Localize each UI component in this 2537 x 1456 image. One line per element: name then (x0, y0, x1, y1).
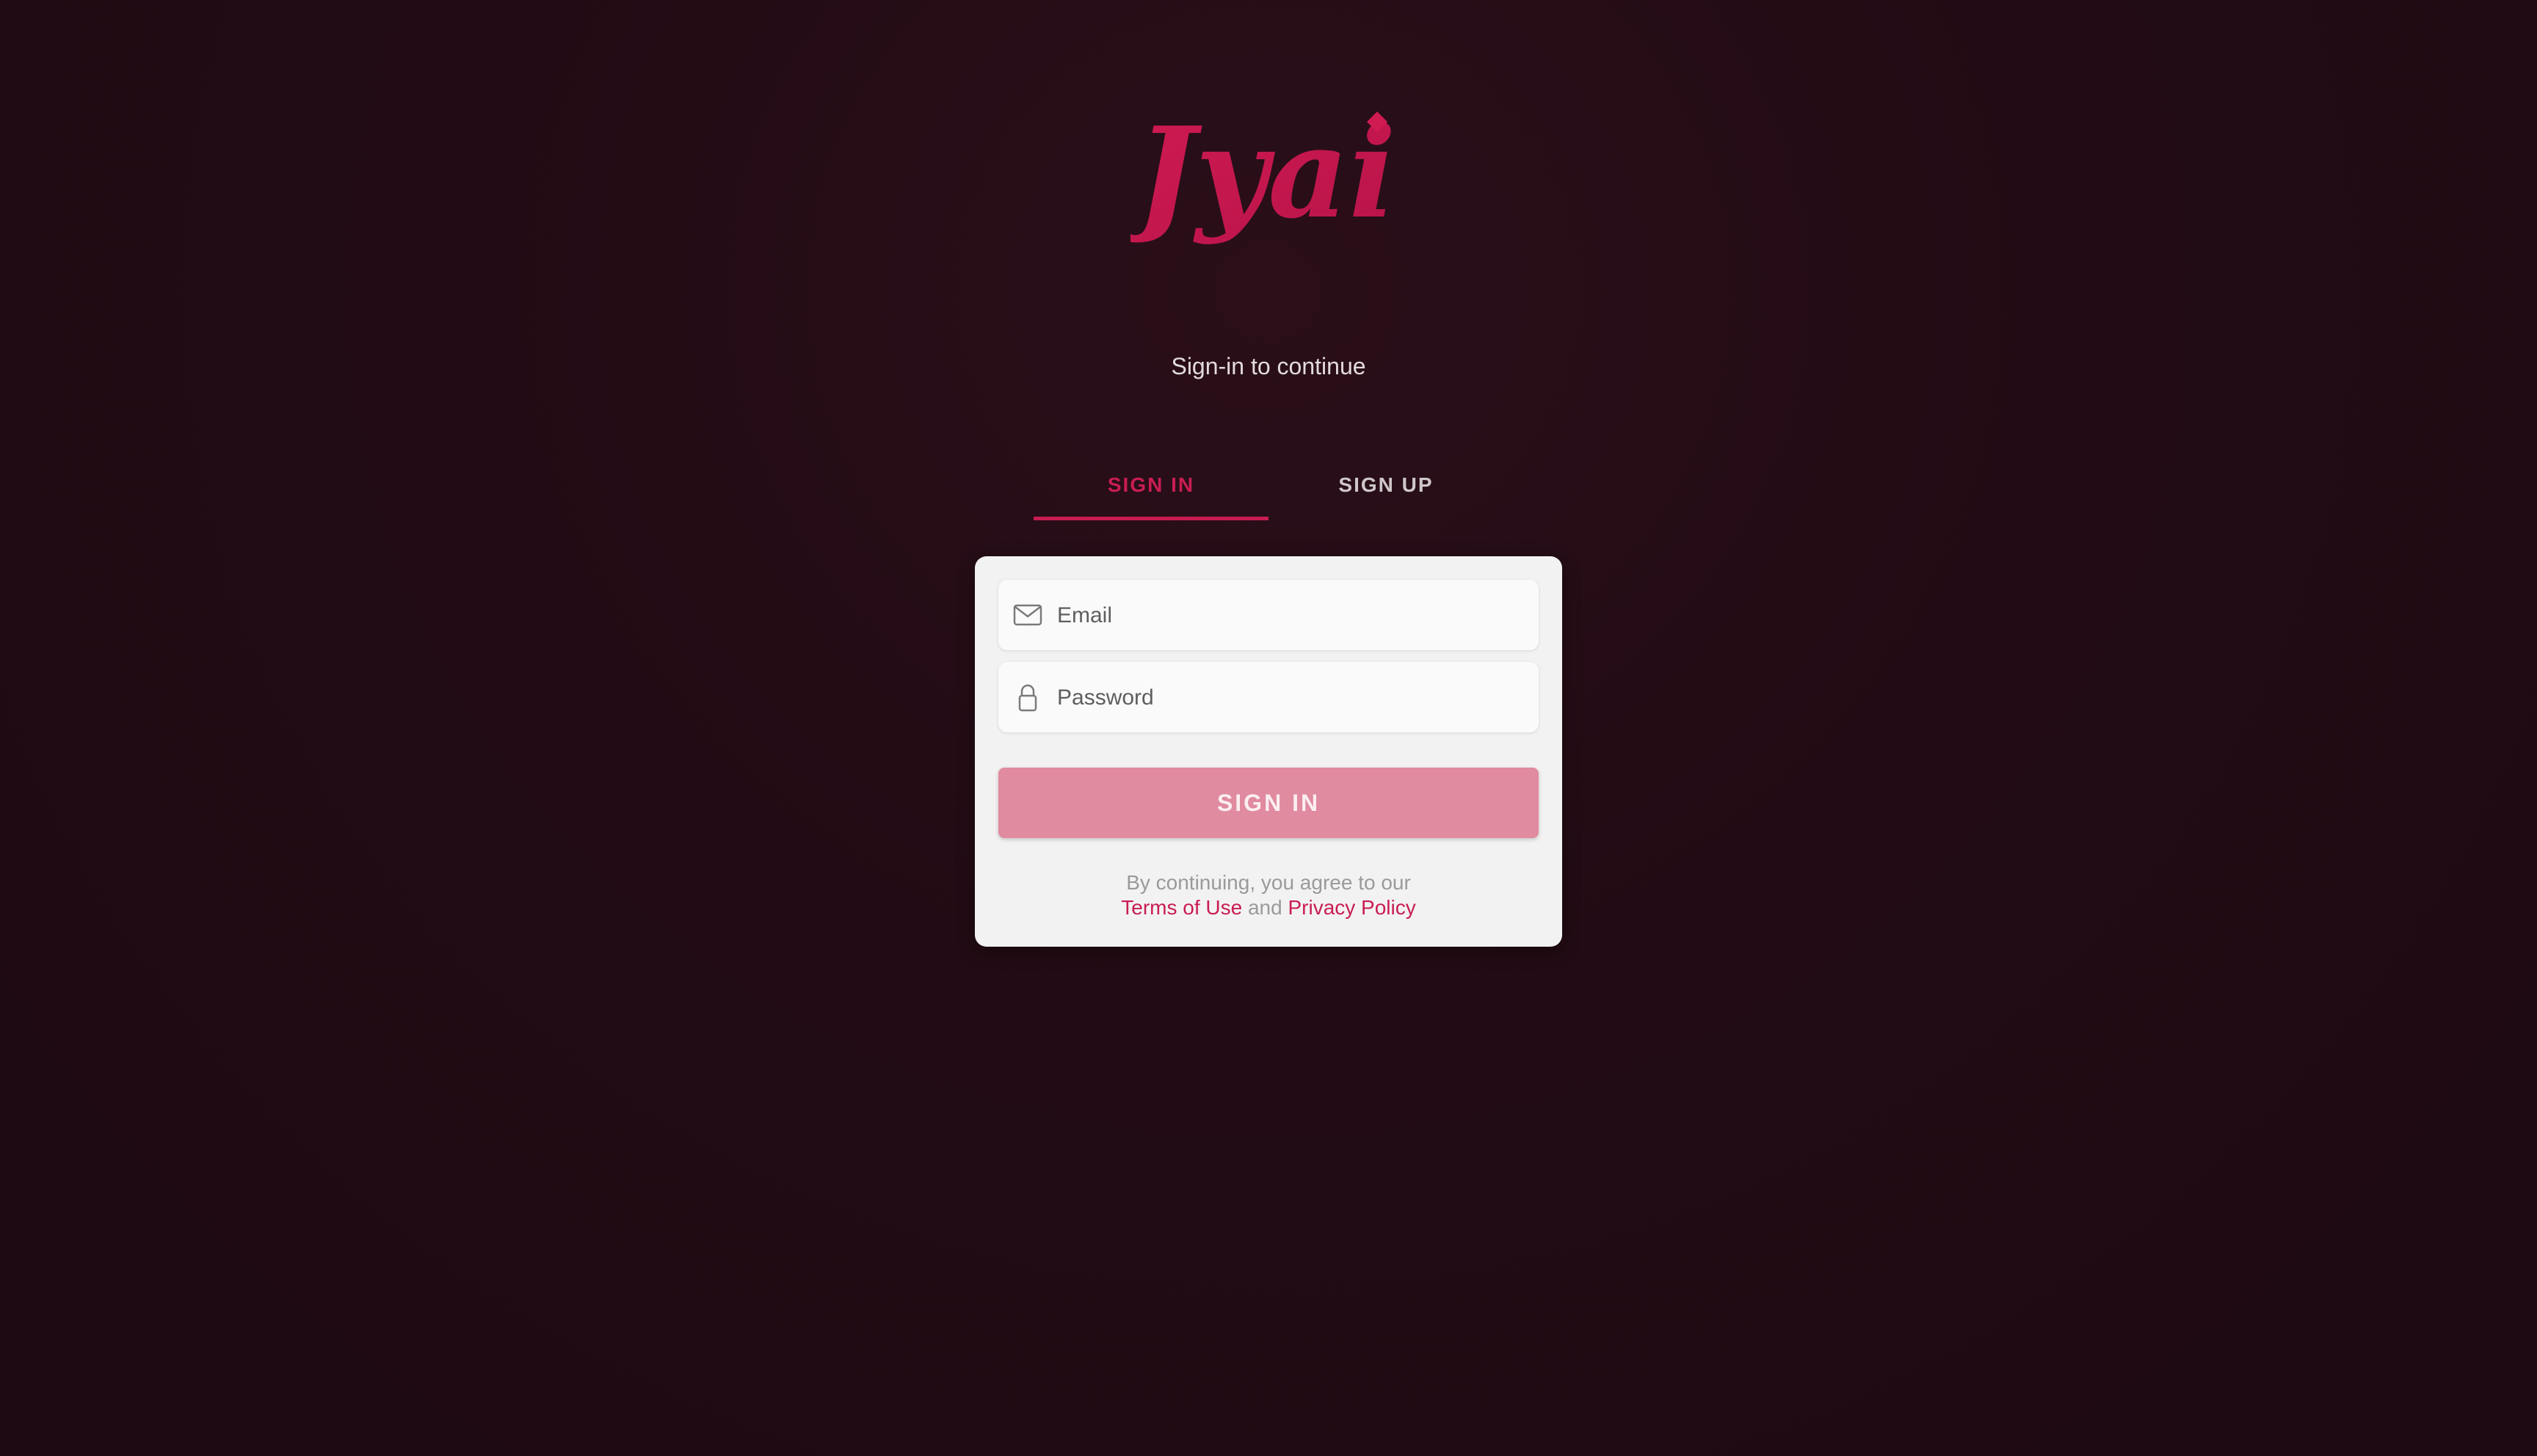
sign-in-card: SIGN IN By continuing, you agree to our … (975, 556, 1562, 947)
email-input[interactable] (1056, 580, 1528, 652)
password-field[interactable] (998, 662, 1539, 734)
auth-tabs: SIGN IN SIGN UP (1034, 462, 1503, 521)
legal-prefix: By continuing, you agree to our (1126, 871, 1411, 894)
brand-logo: Jyai (1130, 100, 1396, 247)
lock-icon (1018, 684, 1037, 712)
sign-in-button[interactable]: SIGN IN (998, 768, 1539, 838)
terms-of-use-link[interactable]: Terms of Use (1121, 896, 1242, 919)
page-subtitle: Sign-in to continue (1171, 353, 1366, 379)
tab-sign-in[interactable]: SIGN IN (1034, 462, 1268, 521)
active-tab-indicator (1034, 517, 1268, 520)
envelope-icon (1013, 604, 1042, 626)
legal-notice: By continuing, you agree to our Terms of… (975, 870, 1562, 920)
legal-conjunction: and (1247, 896, 1282, 919)
privacy-policy-link[interactable]: Privacy Policy (1288, 896, 1415, 919)
tab-sign-up[interactable]: SIGN UP (1268, 462, 1503, 521)
password-input[interactable] (1056, 662, 1528, 734)
logo-wordmark: Jyai (1130, 100, 1396, 247)
email-field[interactable] (998, 580, 1539, 652)
